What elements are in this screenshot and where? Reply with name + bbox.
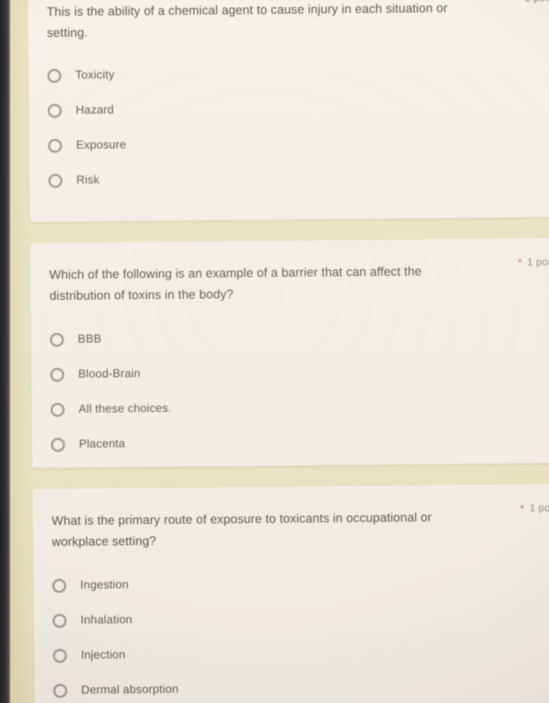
option-label: Blood-Brain bbox=[78, 367, 141, 381]
option-label: All these choices. bbox=[78, 401, 172, 416]
option-label: BBB bbox=[77, 332, 102, 346]
radio-button-icon[interactable] bbox=[49, 332, 64, 347]
radio-button-icon[interactable] bbox=[52, 578, 67, 593]
option-label: Exposure bbox=[75, 138, 127, 152]
question-header: What is the primary route of exposure to… bbox=[32, 484, 549, 549]
radio-button-icon[interactable] bbox=[50, 402, 65, 417]
option-label: Risk bbox=[76, 173, 100, 187]
points-label: 1 point bbox=[527, 257, 549, 269]
option-row[interactable]: Injection bbox=[52, 633, 549, 673]
quiz-form-screenshot: This is the ability of a chemical agent … bbox=[0, 0, 549, 703]
points-label: 1 point bbox=[525, 0, 549, 4]
points-label: 1 point bbox=[529, 503, 549, 515]
option-group: Ingestion Inhalation Injection Dermal ab… bbox=[52, 563, 549, 703]
option-row[interactable]: Toxicity bbox=[47, 53, 543, 93]
option-group: Toxicity Hazard Exposure Risk bbox=[47, 53, 544, 198]
option-row[interactable]: Dermal absorption bbox=[53, 668, 549, 703]
option-row[interactable]: Exposure bbox=[47, 123, 544, 163]
radio-button-icon[interactable] bbox=[47, 68, 62, 83]
option-row[interactable]: Risk bbox=[48, 158, 544, 198]
option-label: Dermal absorption bbox=[81, 682, 179, 697]
question-card: This is the ability of a chemical agent … bbox=[27, 0, 549, 223]
option-label: Inhalation bbox=[80, 613, 133, 627]
radio-button-icon[interactable] bbox=[47, 103, 62, 118]
radio-button-icon[interactable] bbox=[52, 613, 67, 628]
radio-button-icon[interactable] bbox=[48, 173, 63, 188]
required-asterisk-icon: * bbox=[515, 0, 520, 5]
option-label: Injection bbox=[80, 648, 126, 662]
option-row[interactable]: Blood-Brain bbox=[50, 352, 546, 392]
radio-button-icon[interactable] bbox=[47, 138, 63, 153]
question-points: * 1 point bbox=[518, 257, 549, 269]
question-header: Which of the following is an example of … bbox=[30, 238, 549, 303]
question-card: What is the primary route of exposure to… bbox=[32, 484, 549, 703]
question-points: * 1 point bbox=[520, 503, 549, 515]
option-label: Hazard bbox=[75, 103, 115, 117]
option-row[interactable]: All these choices. bbox=[50, 387, 546, 427]
radio-button-icon[interactable] bbox=[50, 367, 65, 382]
question-text: Which of the following is an example of … bbox=[49, 264, 422, 303]
question-text: This is the ability of a chemical agent … bbox=[46, 1, 448, 40]
radio-button-icon[interactable] bbox=[50, 437, 65, 452]
required-asterisk-icon: * bbox=[520, 503, 525, 516]
option-label: Ingestion bbox=[80, 578, 129, 592]
option-row[interactable]: Inhalation bbox=[52, 598, 548, 638]
option-group: BBB Blood-Brain All these choices. Place… bbox=[49, 317, 547, 462]
question-points: * 1 point bbox=[515, 0, 549, 5]
radio-button-icon[interactable] bbox=[53, 683, 68, 698]
radio-button-icon[interactable] bbox=[52, 648, 67, 663]
question-card-list: This is the ability of a chemical agent … bbox=[0, 0, 549, 703]
option-row[interactable]: Hazard bbox=[47, 88, 544, 128]
option-label: Toxicity bbox=[75, 68, 115, 82]
option-row[interactable]: Placenta bbox=[50, 422, 547, 462]
question-card: Which of the following is an example of … bbox=[29, 238, 549, 469]
question-text: What is the primary route of exposure to… bbox=[51, 510, 432, 549]
device-bezel bbox=[0, 0, 10, 703]
option-row[interactable]: Ingestion bbox=[52, 563, 548, 603]
required-asterisk-icon: * bbox=[517, 257, 523, 270]
option-label: Placenta bbox=[78, 437, 126, 451]
option-row[interactable]: BBB bbox=[49, 317, 546, 357]
